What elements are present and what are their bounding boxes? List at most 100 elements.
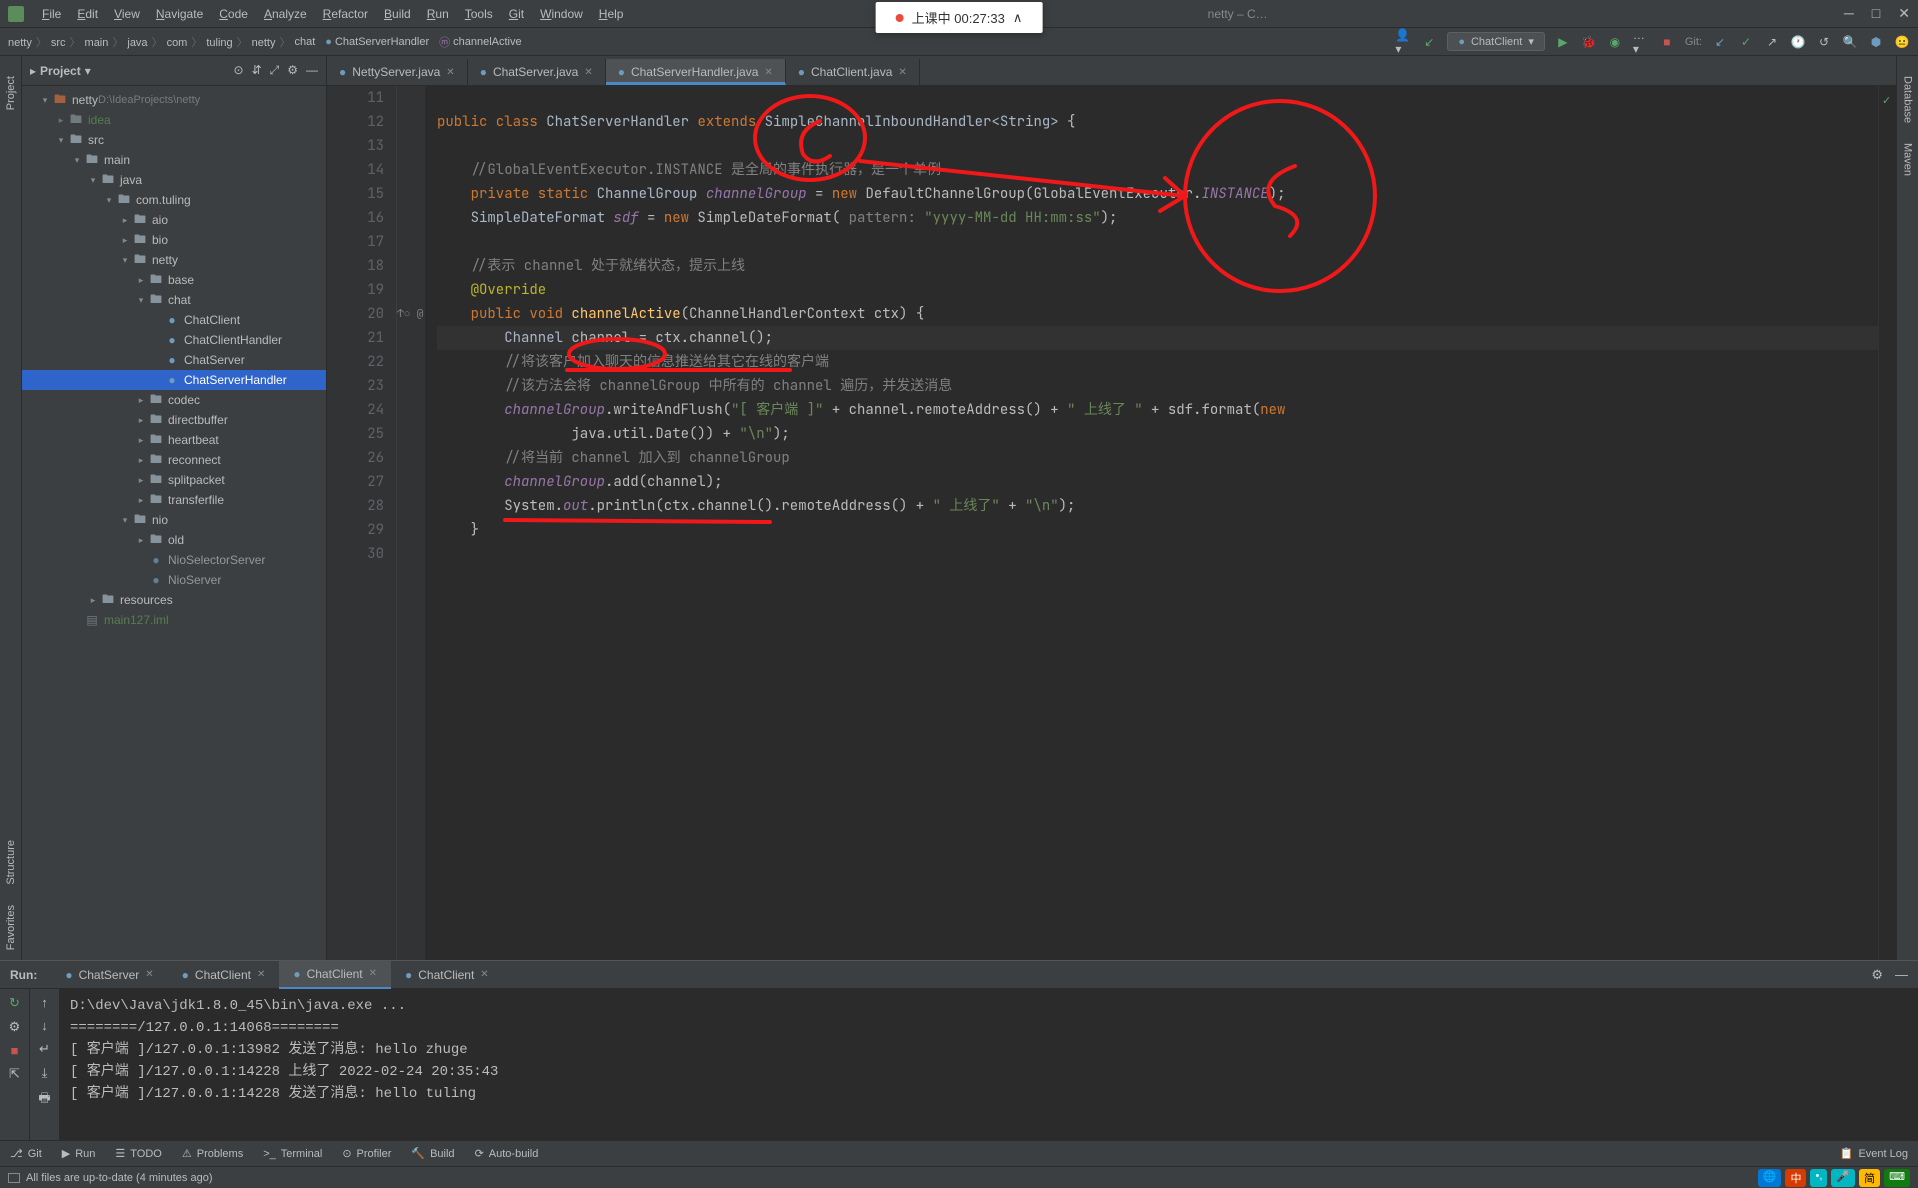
settings-popup-icon[interactable]: ⬢ bbox=[1868, 34, 1884, 50]
close-button[interactable]: ✕ bbox=[1898, 5, 1910, 22]
tree-item-nio[interactable]: ▾🖿nio bbox=[22, 510, 326, 530]
tree-item-base[interactable]: ▸🖿base bbox=[22, 270, 326, 290]
run-icon[interactable]: ▶ bbox=[1555, 34, 1571, 50]
tree-item-netty[interactable]: ▾🖿netty D:\IdeaProjects\netty bbox=[22, 90, 326, 110]
tab-ChatServer.java[interactable]: ●ChatServer.java✕ bbox=[468, 59, 606, 85]
expand-all-icon[interactable]: ⇵ bbox=[252, 63, 262, 78]
menu-git[interactable]: Git bbox=[501, 7, 532, 21]
tree-item-aio[interactable]: ▸🖿aio bbox=[22, 210, 326, 230]
menu-tools[interactable]: Tools bbox=[457, 7, 501, 21]
ime-badges[interactable]: 🌐 中 •, 🎤 简 ⌨ bbox=[1758, 1169, 1910, 1187]
line-number-gutter[interactable]: 1112131415161718192021222324252627282930 bbox=[327, 86, 397, 960]
hide-icon[interactable]: — bbox=[306, 63, 318, 78]
project-tree[interactable]: ▾🖿netty D:\IdeaProjects\netty▸🖿idea▾🖿src… bbox=[22, 86, 326, 960]
select-opened-file-icon[interactable]: ⊙ bbox=[234, 63, 244, 78]
class-timer-widget[interactable]: 上课中 00:27:33 ∧ bbox=[876, 2, 1043, 33]
crumb-netty[interactable]: netty bbox=[8, 34, 47, 50]
tree-item-bio[interactable]: ▸🖿bio bbox=[22, 230, 326, 250]
breadcrumb-class[interactable]: ChatServerHandler bbox=[335, 36, 429, 48]
breadcrumb[interactable]: nettysrcmainjavacomtulingnettychat bbox=[8, 34, 319, 50]
tree-item-main[interactable]: ▾🖿main bbox=[22, 150, 326, 170]
menu-code[interactable]: Code bbox=[211, 7, 256, 21]
close-icon[interactable]: ✕ bbox=[764, 67, 772, 78]
tree-item-reconnect[interactable]: ▸🖿reconnect bbox=[22, 450, 326, 470]
maximize-button[interactable]: □ bbox=[1872, 5, 1880, 22]
menu-run[interactable]: Run bbox=[419, 7, 457, 21]
crumb-com[interactable]: com bbox=[167, 34, 203, 50]
bottom-git[interactable]: ⎇Git bbox=[10, 1147, 42, 1160]
run-dump-icon[interactable]: ⇱ bbox=[9, 1066, 20, 1082]
bottom-run[interactable]: ▶Run bbox=[62, 1147, 96, 1160]
crumb-main[interactable]: main bbox=[85, 34, 124, 50]
emoji-icon[interactable]: 😐 bbox=[1894, 34, 1910, 50]
tree-item-ChatClient[interactable]: ●ChatClient bbox=[22, 310, 326, 330]
menu-help[interactable]: Help bbox=[591, 7, 632, 21]
tab-ChatClient.java[interactable]: ●ChatClient.java✕ bbox=[786, 59, 920, 85]
crumb-src[interactable]: src bbox=[51, 34, 81, 50]
run-tab-ChatClient[interactable]: ●ChatClient✕ bbox=[168, 961, 280, 989]
menu-refactor[interactable]: Refactor bbox=[315, 7, 376, 21]
tree-item-old[interactable]: ▸🖿old bbox=[22, 530, 326, 550]
tree-item-NioSelectorServer[interactable]: ●NioSelectorServer bbox=[22, 550, 326, 570]
run-settings-icon[interactable]: ⚙ bbox=[1871, 967, 1883, 983]
tree-item-resources[interactable]: ▸🖿resources bbox=[22, 590, 326, 610]
stop-icon[interactable]: ■ bbox=[1659, 34, 1675, 50]
tree-item-chat[interactable]: ▾🖿chat bbox=[22, 290, 326, 310]
gutter-marks[interactable]: ↑○ @ bbox=[397, 86, 425, 960]
structure-tool-tab[interactable]: Structure bbox=[5, 840, 17, 885]
menu-edit[interactable]: Edit bbox=[69, 7, 106, 21]
tree-item-heartbeat[interactable]: ▸🖿heartbeat bbox=[22, 430, 326, 450]
project-title[interactable]: Project bbox=[40, 64, 81, 78]
tree-item-codec[interactable]: ▸🖿codec bbox=[22, 390, 326, 410]
git-history-icon[interactable]: 🕐 bbox=[1790, 34, 1806, 50]
statusbar-icon[interactable] bbox=[8, 1173, 20, 1183]
menu-analyze[interactable]: Analyze bbox=[256, 7, 315, 21]
git-push-icon[interactable]: ↗ bbox=[1764, 34, 1780, 50]
print-icon[interactable]: 🖶 bbox=[38, 1089, 50, 1111]
git-commit-icon[interactable]: ✓ bbox=[1738, 34, 1754, 50]
bottom-todo[interactable]: ☰TODO bbox=[115, 1147, 161, 1160]
close-icon[interactable]: ✕ bbox=[446, 67, 454, 78]
run-config-selector[interactable]: ●ChatClient▾ bbox=[1447, 32, 1545, 51]
breadcrumb-method[interactable]: channelActive bbox=[453, 36, 522, 48]
rerun-icon[interactable]: ↻ bbox=[9, 995, 20, 1011]
profiler-icon[interactable]: …▾ bbox=[1633, 34, 1649, 50]
favorites-tool-tab[interactable]: Favorites bbox=[5, 905, 17, 950]
project-tool-tab[interactable]: Project bbox=[5, 76, 17, 110]
code-editor[interactable]: 1112131415161718192021222324252627282930… bbox=[327, 86, 1896, 960]
tree-item-com.tuling[interactable]: ▾🖿com.tuling bbox=[22, 190, 326, 210]
tree-item-java[interactable]: ▾🖿java bbox=[22, 170, 326, 190]
minimize-button[interactable]: ─ bbox=[1844, 5, 1854, 22]
debug-icon[interactable]: 🐞 bbox=[1581, 34, 1597, 50]
close-icon[interactable]: ✕ bbox=[898, 67, 906, 78]
tree-item-directbuffer[interactable]: ▸🖿directbuffer bbox=[22, 410, 326, 430]
down-trace-icon[interactable]: ↓ bbox=[41, 1018, 48, 1033]
run-tab-ChatClient[interactable]: ●ChatClient✕ bbox=[279, 961, 391, 989]
menu-navigate[interactable]: Navigate bbox=[148, 7, 211, 21]
search-icon[interactable]: 🔍 bbox=[1842, 34, 1858, 50]
crumb-tuling[interactable]: tuling bbox=[206, 34, 247, 50]
bottom-build[interactable]: 🔨Build bbox=[411, 1147, 454, 1160]
console-output[interactable]: D:\dev\Java\jdk1.8.0_45\bin\java.exe ...… bbox=[60, 989, 1918, 1140]
event-log-button[interactable]: 📋Event Log bbox=[1840, 1147, 1908, 1160]
menu-window[interactable]: Window bbox=[532, 7, 591, 21]
crumb-netty[interactable]: netty bbox=[252, 34, 291, 50]
menu-build[interactable]: Build bbox=[376, 7, 419, 21]
menu-file[interactable]: File bbox=[34, 7, 69, 21]
tree-item-netty[interactable]: ▾🖿netty bbox=[22, 250, 326, 270]
project-arrow-icon[interactable]: ▸ bbox=[30, 64, 36, 78]
close-icon[interactable]: ✕ bbox=[584, 67, 592, 78]
git-rollback-icon[interactable]: ↺ bbox=[1816, 34, 1832, 50]
crumb-chat[interactable]: chat bbox=[295, 36, 320, 48]
back-icon[interactable]: ↙ bbox=[1421, 34, 1437, 50]
tree-item-splitpacket[interactable]: ▸🖿splitpacket bbox=[22, 470, 326, 490]
run-stop-icon[interactable]: ■ bbox=[11, 1043, 19, 1058]
tab-ChatServerHandler.java[interactable]: ●ChatServerHandler.java✕ bbox=[606, 59, 786, 85]
bottom-terminal[interactable]: >_Terminal bbox=[263, 1147, 322, 1160]
scroll-end-icon[interactable]: ⤓ bbox=[42, 1065, 48, 1081]
tree-item-ChatServer[interactable]: ●ChatServer bbox=[22, 350, 326, 370]
database-tool-tab[interactable]: Database bbox=[1902, 76, 1914, 123]
tree-item-NioServer[interactable]: ●NioServer bbox=[22, 570, 326, 590]
tab-NettyServer.java[interactable]: ●NettyServer.java✕ bbox=[327, 59, 468, 85]
coverage-icon[interactable]: ◉ bbox=[1607, 34, 1623, 50]
